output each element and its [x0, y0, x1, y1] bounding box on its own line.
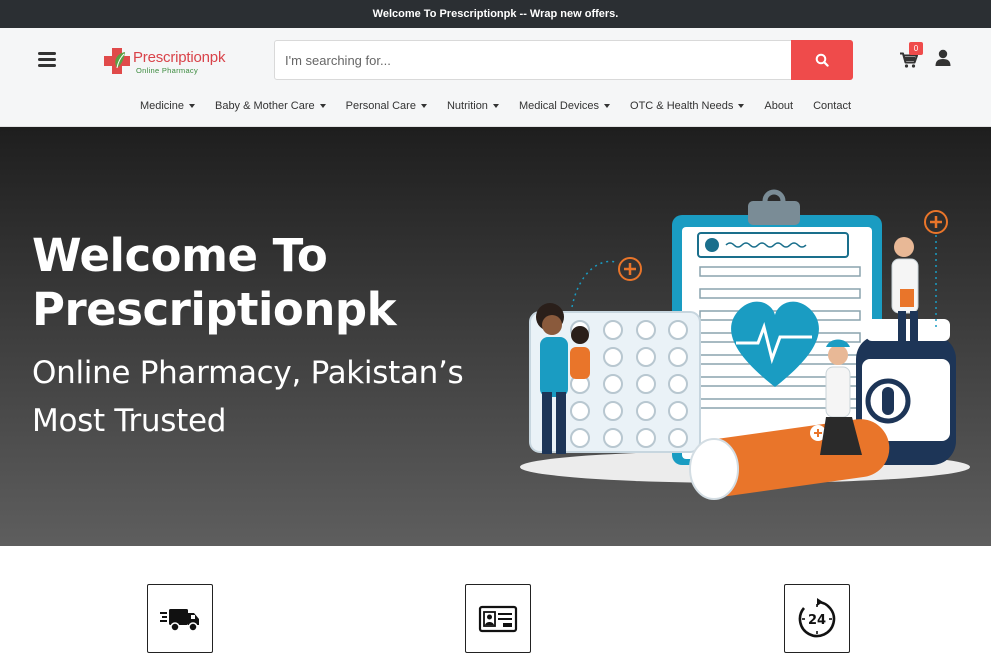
search-bar [274, 40, 853, 80]
search-input[interactable] [275, 41, 791, 79]
cart-count-badge: 0 [909, 42, 923, 55]
24-hours-icon: 24 [798, 597, 836, 637]
main-nav: Medicine Baby & Mother Care Personal Car… [0, 94, 991, 118]
features-section: 24 [0, 546, 991, 660]
nav-item-contact[interactable]: Contact [803, 100, 861, 112]
caret-down-icon [738, 104, 745, 108]
nav-item-about[interactable]: About [754, 100, 803, 112]
announcement-text: Welcome To Prescriptionpk -- Wrap new of… [372, 8, 619, 20]
caret-down-icon [420, 104, 427, 108]
logo-tagline: Online Pharmacy [136, 66, 199, 75]
menu-icon[interactable] [38, 52, 58, 68]
feature-24-hours: 24 [784, 584, 850, 653]
logo-name: Prescriptionpk [133, 49, 226, 66]
hero-title: Welcome To Prescriptionpk [32, 229, 397, 336]
prescription-card-icon [478, 605, 518, 632]
logo[interactable]: Prescriptionpk Online Pharmacy [103, 44, 233, 78]
pharmacy-illustration [520, 189, 970, 500]
hero-subtitle: Online Pharmacy, Pakistan’s Most Trusted [32, 355, 464, 439]
logo-cross-icon [104, 48, 130, 74]
nav-item-medicine[interactable]: Medicine [130, 100, 205, 112]
24-hours-label: 24 [808, 613, 826, 628]
nav-item-otc-health-needs[interactable]: OTC & Health Needs [620, 100, 754, 112]
nav-item-medical-devices[interactable]: Medical Devices [509, 100, 620, 112]
hero-banner: Welcome To Prescriptionpk Online Pharmac… [0, 127, 991, 546]
caret-down-icon [319, 104, 326, 108]
nav-item-personal-care[interactable]: Personal Care [336, 100, 437, 112]
search-icon [815, 53, 829, 67]
site-header: Prescriptionpk Online Pharmacy 0 Medicin… [0, 28, 991, 127]
account-button[interactable] [935, 49, 951, 67]
caret-down-icon [188, 104, 195, 108]
delivery-truck-icon [160, 608, 199, 632]
feature-delivery [147, 584, 213, 653]
feature-prescription [465, 584, 531, 653]
nav-item-nutrition[interactable]: Nutrition [437, 100, 509, 112]
search-button[interactable] [791, 40, 853, 80]
announcement-bar: Welcome To Prescriptionpk -- Wrap new of… [0, 0, 991, 28]
user-icon [935, 49, 951, 66]
nav-item-baby-mother-care[interactable]: Baby & Mother Care [205, 100, 336, 112]
caret-down-icon [604, 104, 611, 108]
caret-down-icon [492, 104, 499, 108]
